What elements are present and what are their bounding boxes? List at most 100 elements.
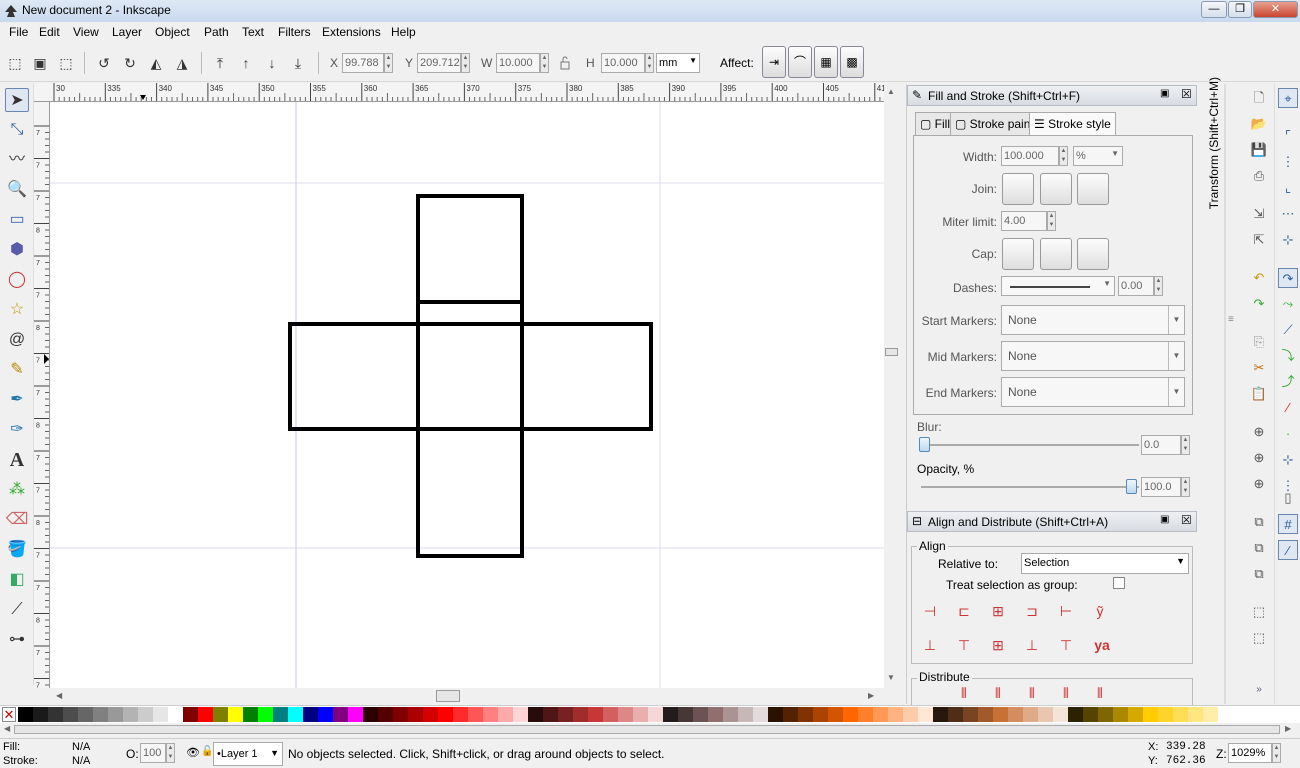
tab-stroke-style[interactable]: ☰ Stroke style xyxy=(1029,112,1116,136)
text-tool-icon[interactable]: A xyxy=(5,448,29,472)
palette-swatch[interactable] xyxy=(1098,707,1113,722)
palette-swatch[interactable] xyxy=(63,707,78,722)
menu-filters[interactable]: Filters xyxy=(278,25,311,39)
zoom-page-icon[interactable]: ⊕ xyxy=(1249,474,1269,494)
calligraphy-tool-icon[interactable]: ✑ xyxy=(5,418,29,442)
node-tool-icon[interactable]: ⤡ xyxy=(5,118,29,142)
palette-swatch[interactable] xyxy=(963,707,978,722)
align-baseline-text-icon[interactable]: ỹ xyxy=(1087,598,1113,624)
snap-page-border-icon[interactable]: ▯ xyxy=(1278,488,1298,508)
scroll-up-icon[interactable]: ▲ xyxy=(887,87,895,96)
palette-swatch[interactable] xyxy=(753,707,768,722)
ellipse-tool-icon[interactable]: ◯ xyxy=(5,268,29,292)
blur-slider-track[interactable] xyxy=(921,444,1139,446)
copy-icon[interactable]: ⎘ xyxy=(1249,332,1269,352)
palette-swatch[interactable] xyxy=(468,707,483,722)
palette-swatch[interactable] xyxy=(393,707,408,722)
minimize-button[interactable]: — xyxy=(1201,1,1227,18)
dock-close-icon[interactable]: ☒ xyxy=(1181,87,1192,101)
palette-swatch[interactable] xyxy=(513,707,528,722)
palette-scroll-left-icon[interactable]: ◀ xyxy=(4,724,10,733)
align-top-to-bottom-icon[interactable]: ⊤ xyxy=(1053,632,1079,658)
new-document-icon[interactable]: 🗋 xyxy=(1249,88,1269,108)
opacity-status-stepper[interactable]: ▲ ▼ xyxy=(166,743,175,763)
zoom-selection-icon[interactable]: ⊕ xyxy=(1249,422,1269,442)
print-icon[interactable]: ⎙ xyxy=(1249,166,1269,186)
unit-select[interactable]: mm ▼ xyxy=(656,53,700,73)
opacity-stepper[interactable]: ▲ ▼ xyxy=(1181,477,1190,497)
align-text-anchor-icon[interactable]: ya xyxy=(1089,632,1115,658)
palette-swatch[interactable] xyxy=(693,707,708,722)
tweak-tool-icon[interactable]: 〰 xyxy=(5,148,29,172)
palette-swatch[interactable] xyxy=(273,707,288,722)
palette-swatch[interactable] xyxy=(543,707,558,722)
palette-swatch[interactable] xyxy=(663,707,678,722)
ungroup-icon[interactable]: ⬚ xyxy=(1249,628,1269,648)
palette-swatch[interactable] xyxy=(1203,707,1218,722)
palette-swatch[interactable] xyxy=(573,707,588,722)
palette-swatch[interactable] xyxy=(348,707,363,722)
palette-swatch[interactable] xyxy=(588,707,603,722)
blur-slider-knob[interactable] xyxy=(919,437,930,452)
palette-swatch[interactable] xyxy=(33,707,48,722)
y-input[interactable]: 209.712 xyxy=(417,53,461,73)
width-unit-select[interactable]: % ▼ xyxy=(1073,146,1123,166)
connector-tool-icon[interactable]: ⊶ xyxy=(5,628,29,652)
snap-intersections-icon[interactable]: ⟋ xyxy=(1278,320,1298,340)
opacity-status-input[interactable]: 100 xyxy=(140,743,166,763)
palette-swatch[interactable] xyxy=(408,707,423,722)
spray-tool-icon[interactable]: ⁂ xyxy=(5,478,29,502)
more-commands-icon[interactable]: » xyxy=(1249,680,1269,700)
snap-smooth-nodes-icon[interactable]: ⤴ xyxy=(1278,372,1298,392)
palette-swatch[interactable] xyxy=(108,707,123,722)
miter-stepper[interactable]: ▲ ▼ xyxy=(1047,211,1056,231)
rotate-cw-icon[interactable]: ↻ xyxy=(121,54,139,72)
palette-swatch[interactable] xyxy=(258,707,273,722)
rectangle-tool-icon[interactable]: ▭ xyxy=(5,208,29,232)
blur-stepper[interactable]: ▲ ▼ xyxy=(1181,435,1190,455)
undo-icon[interactable]: ↶ xyxy=(1249,268,1269,288)
start-markers-select[interactable]: None ▼ xyxy=(1001,305,1185,335)
join-miter-button[interactable] xyxy=(1002,173,1034,205)
y-stepper[interactable]: ▲ ▼ xyxy=(461,53,470,73)
flip-horizontal-icon[interactable]: ◭ xyxy=(147,54,165,72)
palette-swatch[interactable] xyxy=(363,707,378,722)
palette-swatch[interactable] xyxy=(708,707,723,722)
join-round-button[interactable] xyxy=(1040,173,1072,205)
palette-swatch[interactable] xyxy=(768,707,783,722)
opacity-slider-track[interactable] xyxy=(921,486,1139,488)
snap-paths-icon[interactable]: ⤳ xyxy=(1278,294,1298,314)
palette-swatch[interactable] xyxy=(828,707,843,722)
center-vertical-axis-icon[interactable]: ⊞ xyxy=(985,598,1011,624)
snap-bbox-icon[interactable]: ⌜ xyxy=(1278,126,1298,146)
duplicate-icon[interactable]: ⧉ xyxy=(1249,512,1269,532)
palette-swatch[interactable] xyxy=(18,707,33,722)
palette-swatch[interactable] xyxy=(858,707,873,722)
h-stepper[interactable]: ▲ ▼ xyxy=(645,53,654,73)
palette-swatch[interactable] xyxy=(888,707,903,722)
lower-to-bottom-icon[interactable]: ⤓ xyxy=(289,54,307,72)
palette-swatch[interactable] xyxy=(1023,707,1038,722)
palette-swatch[interactable] xyxy=(438,707,453,722)
3d-box-tool-icon[interactable]: ⬢ xyxy=(5,238,29,262)
dashes-offset-input[interactable]: 0.00 xyxy=(1118,276,1154,296)
layer-select[interactable]: •Layer 1 ▼ xyxy=(213,742,283,766)
palette-swatch[interactable] xyxy=(138,707,153,722)
affect-stroke-width-button[interactable]: ⇥ xyxy=(762,46,786,78)
pen-tool-icon[interactable]: ✒ xyxy=(5,388,29,412)
palette-swatch[interactable] xyxy=(1173,707,1188,722)
palette-swatch[interactable] xyxy=(618,707,633,722)
scroll-left-icon[interactable]: ◀ xyxy=(56,691,62,700)
snap-rotation-centers-icon[interactable]: ⊹ xyxy=(1278,450,1298,470)
distribute-baseline-icon[interactable]: ⫴ xyxy=(1087,684,1113,702)
palette-swatch[interactable] xyxy=(378,707,393,722)
palette-swatch[interactable] xyxy=(288,707,303,722)
align-left-edge-to-right-icon[interactable]: ⊢ xyxy=(1053,598,1079,624)
palette-swatch[interactable] xyxy=(873,707,888,722)
palette-swatch[interactable] xyxy=(243,707,258,722)
canvas-vertical-scrollbar[interactable]: ▲ ▼ xyxy=(884,83,900,688)
palette-swatch[interactable] xyxy=(648,707,663,722)
hscroll-thumb[interactable] xyxy=(436,690,460,702)
x-input[interactable]: 99.788 xyxy=(342,53,384,73)
zoom-input[interactable]: 1029% xyxy=(1228,743,1272,763)
